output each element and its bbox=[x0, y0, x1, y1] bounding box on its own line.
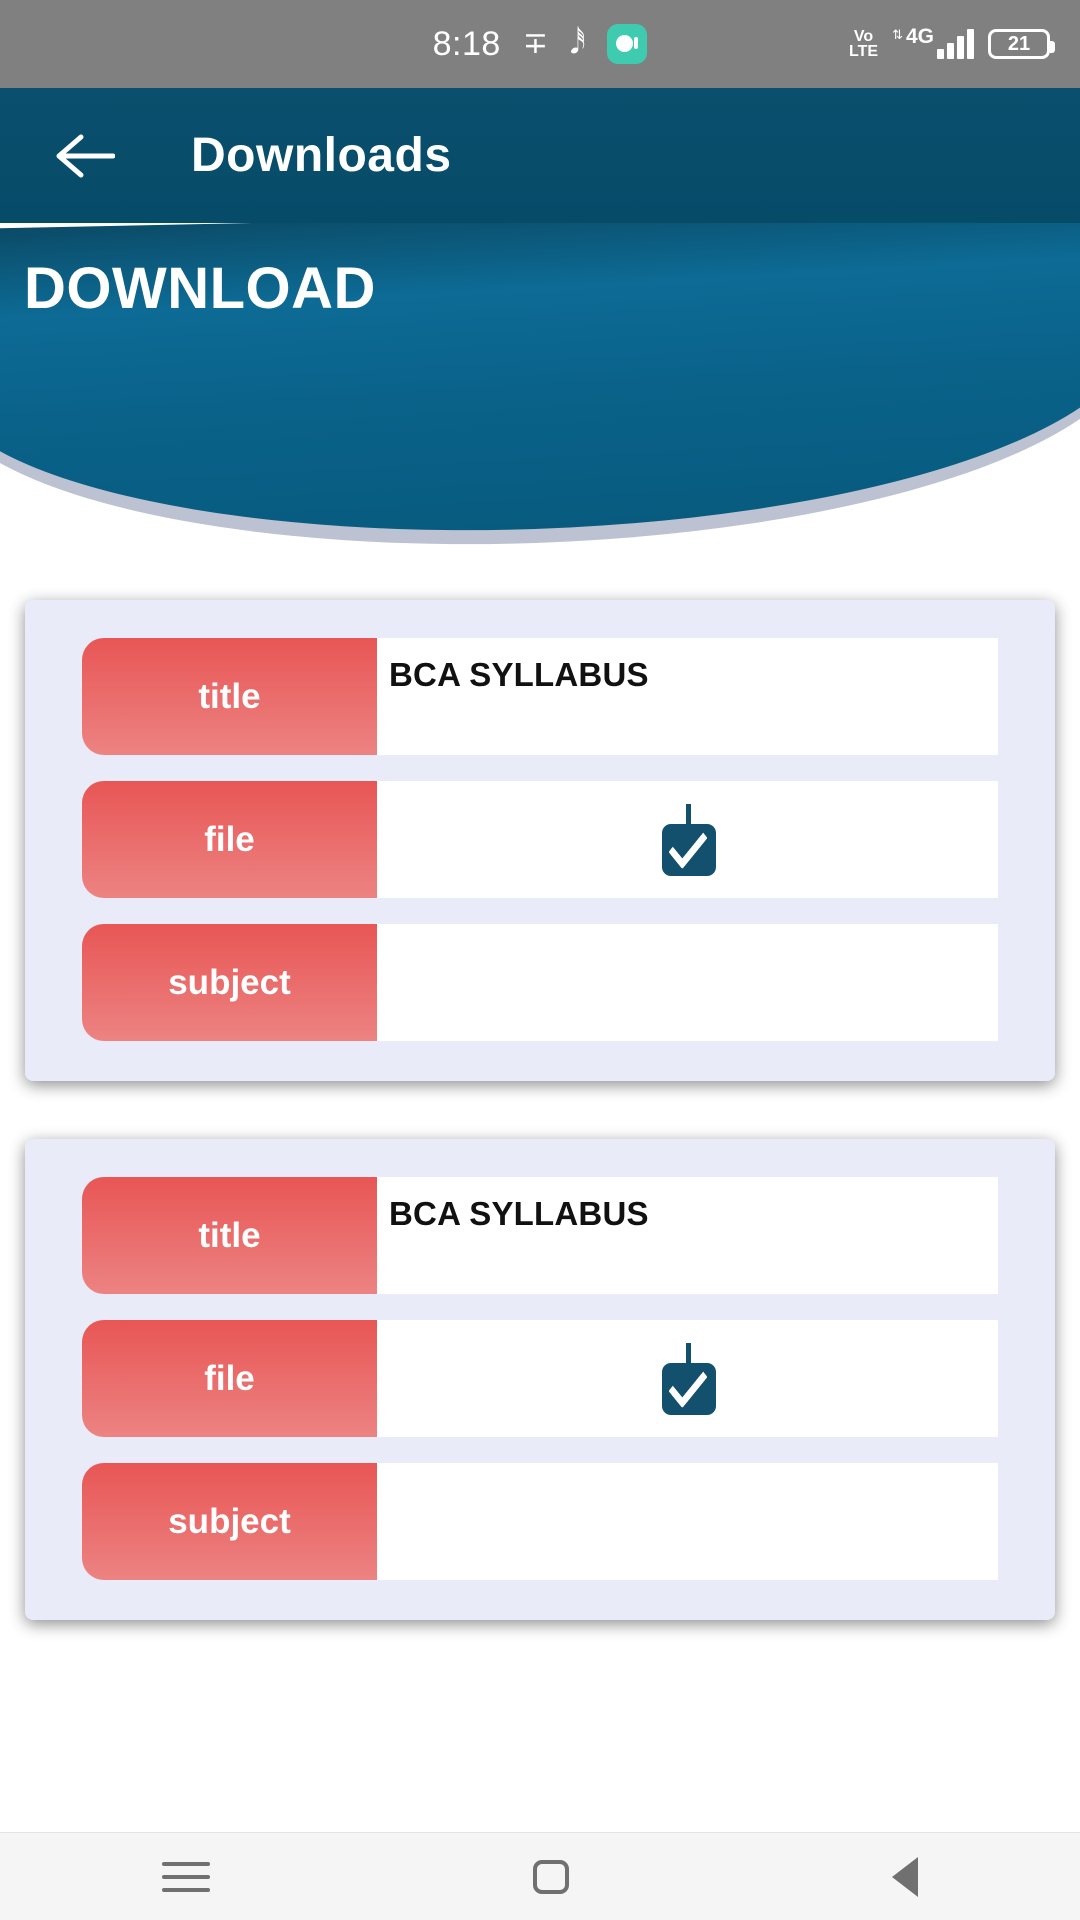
network-indicator: ⇅ 4G bbox=[892, 25, 974, 59]
row-value-file bbox=[377, 1320, 998, 1437]
card-row-subject: subject bbox=[25, 924, 1055, 1041]
download-icon[interactable] bbox=[658, 803, 718, 876]
card-row-title: title BCA SYLLABUS bbox=[25, 638, 1055, 755]
arrow-left-icon[interactable] bbox=[55, 133, 116, 179]
banner-heading: DOWNLOAD bbox=[24, 256, 376, 321]
row-value-file bbox=[377, 781, 998, 898]
signal-bars-icon bbox=[937, 29, 974, 59]
row-value-title: BCA SYLLABUS bbox=[377, 638, 998, 755]
data-transfer-icon: ⇅ bbox=[892, 27, 903, 42]
triangle-back-icon[interactable] bbox=[892, 1856, 919, 1897]
row-label-subject: subject bbox=[82, 924, 377, 1041]
row-label-file: file bbox=[82, 781, 377, 898]
card-row-subject: subject bbox=[25, 1463, 1055, 1580]
row-label-file: file bbox=[82, 1320, 377, 1437]
row-label-title: title bbox=[82, 638, 377, 755]
teal-app-icon bbox=[607, 24, 648, 64]
system-nav-bar bbox=[0, 1832, 1080, 1920]
battery-icon: 21 bbox=[988, 29, 1055, 59]
volte-bottom-label: LTE bbox=[849, 43, 879, 60]
battery-percent-label: 21 bbox=[1007, 32, 1031, 55]
download-list: title BCA SYLLABUS file subject title BC… bbox=[0, 600, 1080, 1678]
page-title: Downloads bbox=[191, 129, 452, 182]
status-bar-clock: 8:18 bbox=[432, 24, 501, 63]
network-type-label: 4G bbox=[905, 25, 934, 48]
download-card[interactable]: title BCA SYLLABUS file subject bbox=[25, 600, 1055, 1081]
status-bar: 8:18 ∓ 𝅘𝅥𝅰 Vo LTE ⇅ 4G 21 bbox=[0, 0, 1080, 88]
card-row-file: file bbox=[25, 781, 1055, 898]
row-value-subject bbox=[377, 924, 998, 1041]
title-text: BCA SYLLABUS bbox=[389, 1195, 649, 1232]
row-label-title: title bbox=[82, 1177, 377, 1294]
card-row-file: file bbox=[25, 1320, 1055, 1437]
volte-icon: Vo LTE bbox=[849, 29, 879, 60]
row-value-subject bbox=[377, 1463, 998, 1580]
square-icon[interactable] bbox=[532, 1859, 569, 1894]
card-row-title: title BCA SYLLABUS bbox=[25, 1177, 1055, 1294]
arrow-left-svg bbox=[56, 134, 116, 177]
download-card[interactable]: title BCA SYLLABUS file subject bbox=[25, 1139, 1055, 1620]
hamburger-icon[interactable] bbox=[161, 1861, 210, 1892]
download-icon[interactable] bbox=[658, 1342, 718, 1415]
m-app-icon-2: 𝅘𝅥𝅰 bbox=[569, 27, 586, 60]
m-app-icon: ∓ bbox=[522, 27, 548, 60]
row-label-subject: subject bbox=[82, 1463, 377, 1580]
row-value-title: BCA SYLLABUS bbox=[377, 1177, 998, 1294]
app-bar: Downloads bbox=[0, 88, 1080, 223]
status-bar-right: Vo LTE ⇅ 4G 21 bbox=[849, 25, 1055, 60]
title-text: BCA SYLLABUS bbox=[389, 656, 649, 693]
